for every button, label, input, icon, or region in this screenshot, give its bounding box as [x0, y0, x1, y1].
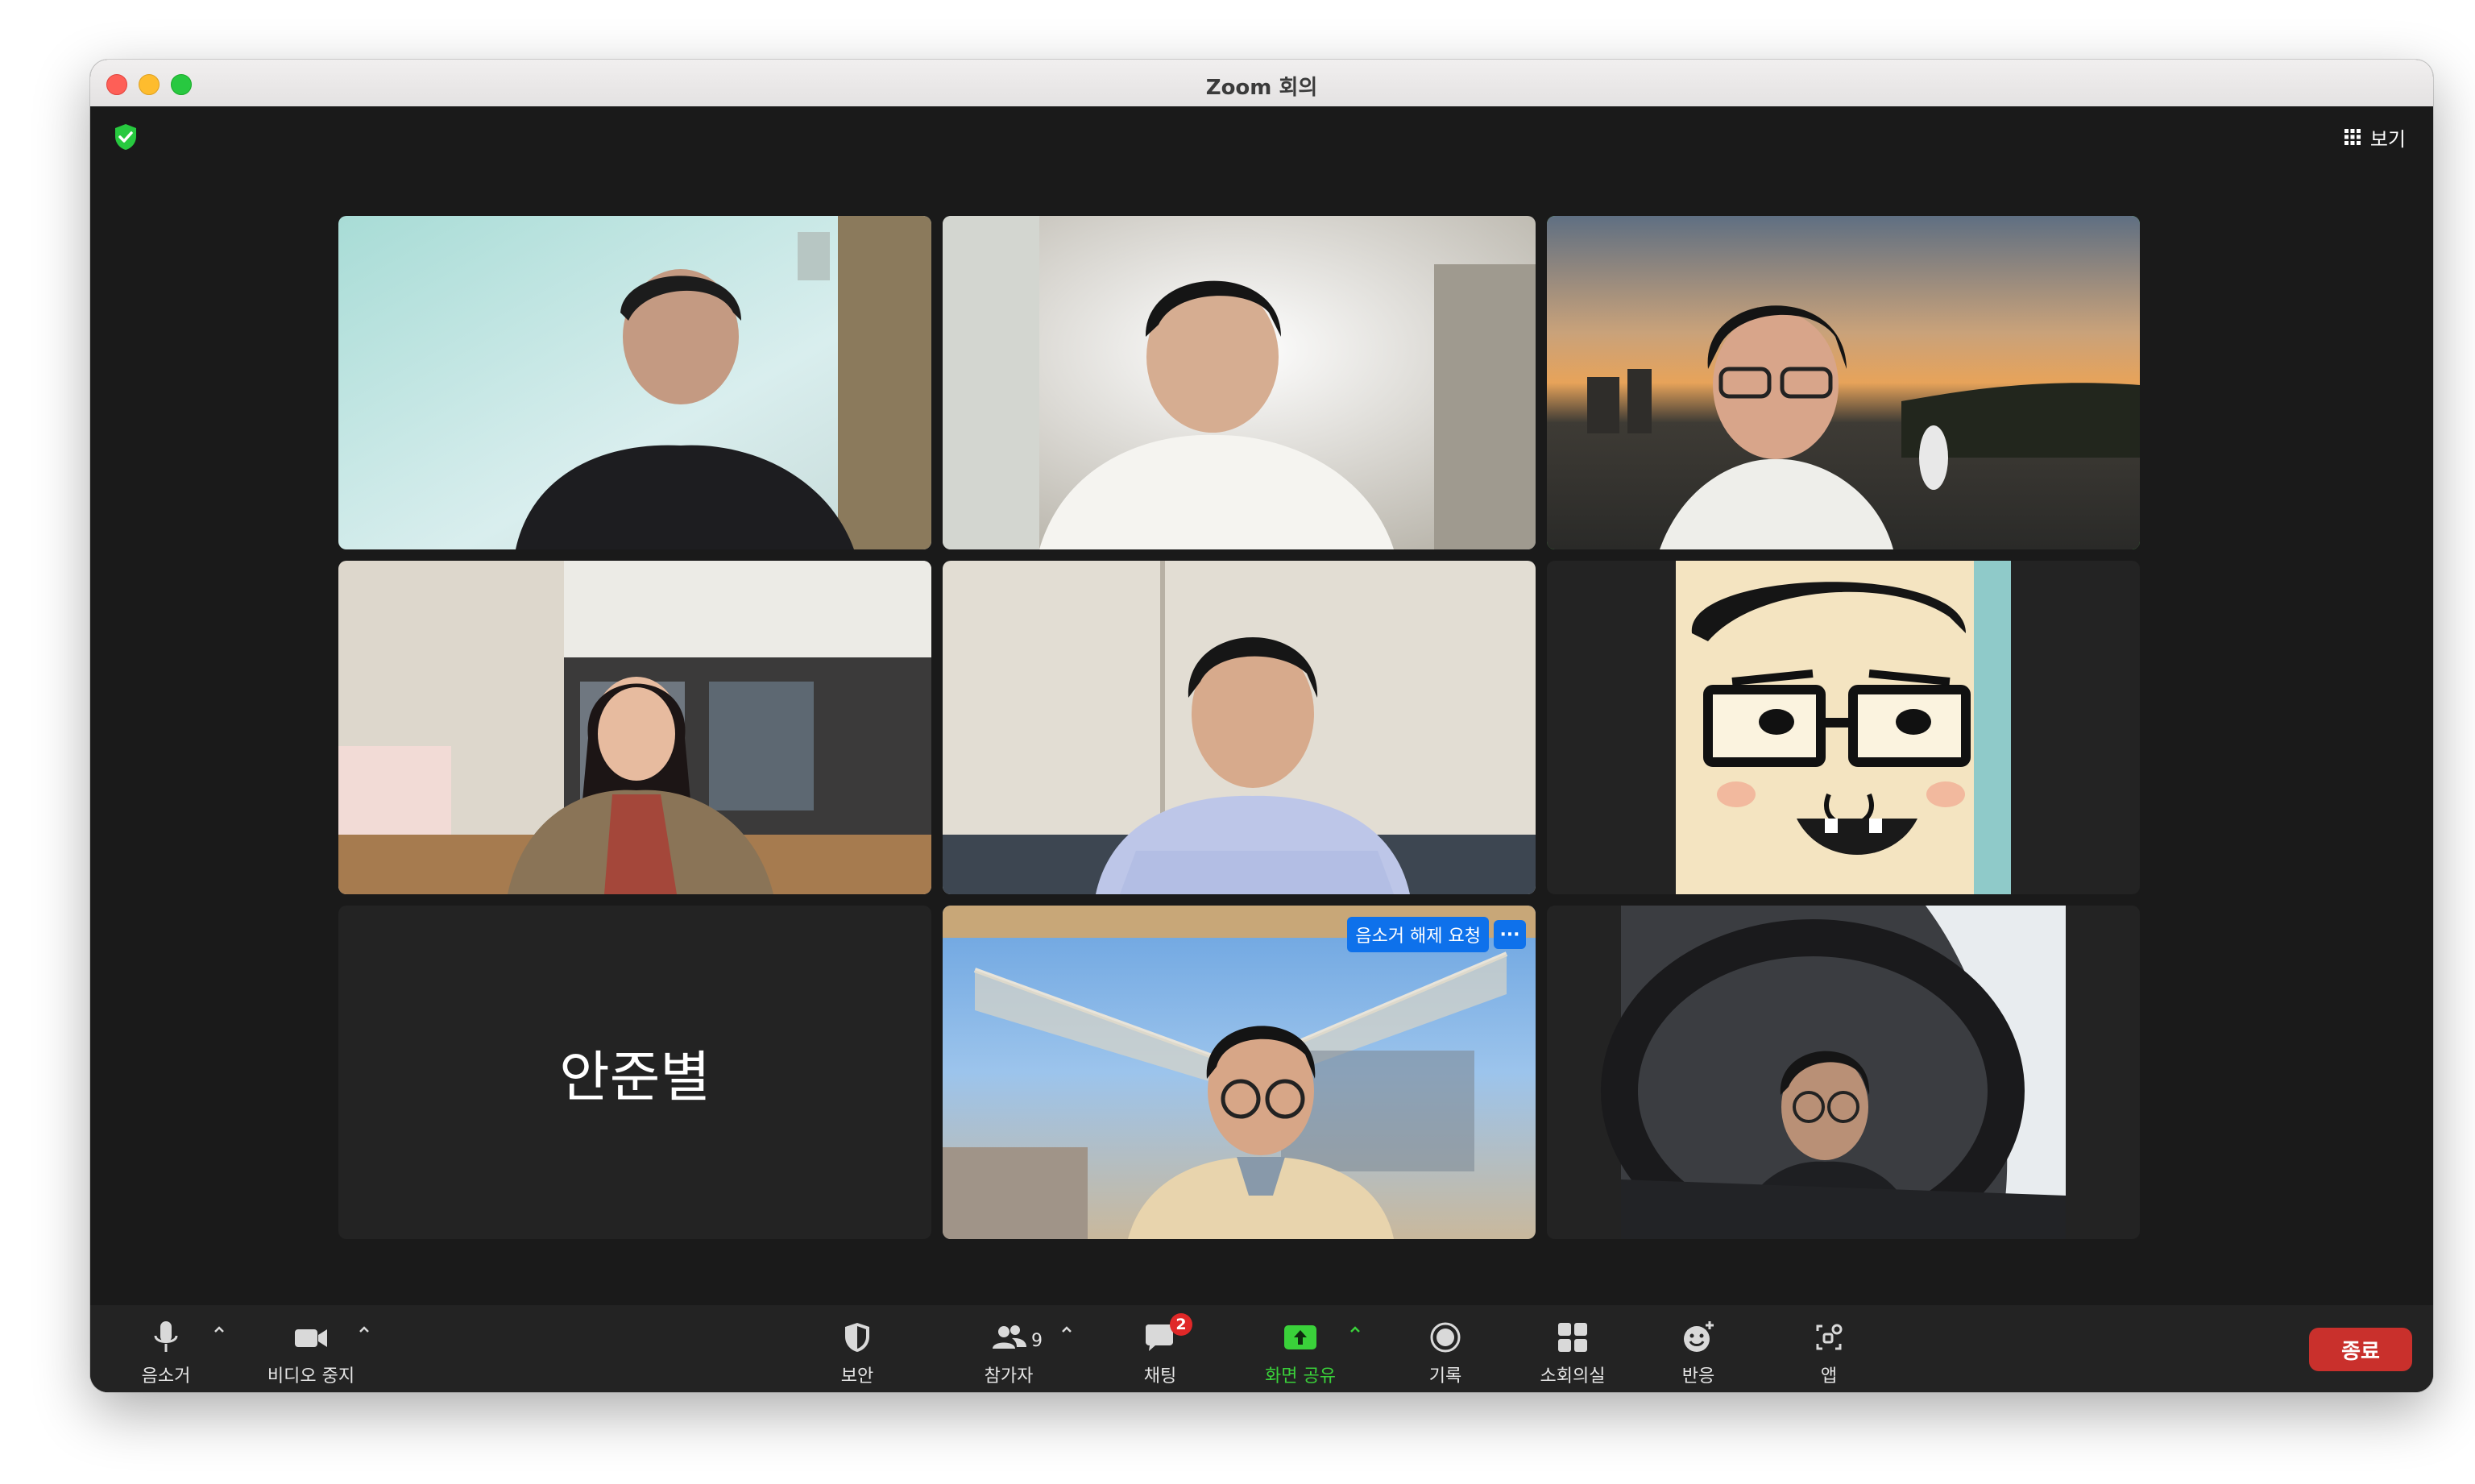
- apps-label: 앱: [1820, 1366, 1838, 1387]
- participant-video: [1547, 906, 2140, 1239]
- security-label: 보안: [840, 1366, 874, 1387]
- participant-video-tile[interactable]: [338, 216, 931, 549]
- apps-button[interactable]: 앱: [1781, 1313, 1877, 1387]
- smiley-plus-icon: [1684, 1321, 1714, 1352]
- microphone-icon: [154, 1321, 178, 1352]
- view-button[interactable]: 보기: [2344, 121, 2406, 153]
- chat-unread-badge: 2: [1170, 1313, 1192, 1336]
- breakout-rooms-button[interactable]: 소회의실: [1524, 1313, 1621, 1387]
- shield-check-icon[interactable]: [113, 122, 139, 151]
- record-icon: [1430, 1322, 1461, 1353]
- end-meeting-button[interactable]: 종료: [2309, 1328, 2412, 1371]
- chat-button[interactable]: 2 채팅: [1112, 1313, 1208, 1387]
- stop-video-label: 비디오 중지: [267, 1366, 355, 1387]
- unmute-request-label[interactable]: 음소거 해제 요청: [1347, 917, 1489, 952]
- apps-icon: [1816, 1324, 1843, 1350]
- shield-icon: [845, 1323, 869, 1352]
- video-options-chevron-up-icon[interactable]: [356, 1321, 372, 1337]
- grid-view-icon: [2344, 129, 2361, 145]
- view-label: 보기: [2369, 127, 2406, 151]
- participant-video: [943, 906, 1536, 1239]
- participant-video-tile[interactable]: 음소거 해제 요청 ···: [943, 906, 1536, 1239]
- participant-name-tile[interactable]: 안준별: [338, 906, 931, 1239]
- share-screen-button[interactable]: 화면 공유: [1252, 1313, 1349, 1387]
- meeting-area: 보기 안준별 음소거 해제 요청 ··· 음소거 비디오 중지 보안 9 참가자…: [90, 106, 2433, 1392]
- record-button[interactable]: 기록: [1397, 1313, 1494, 1387]
- share-options-chevron-up-icon[interactable]: [1347, 1321, 1363, 1337]
- participant-video: [943, 561, 1536, 894]
- mute-label: 음소거: [141, 1366, 191, 1387]
- share-screen-label: 화면 공유: [1265, 1366, 1336, 1387]
- mute-button[interactable]: 음소거: [118, 1313, 214, 1387]
- participants-icon: [993, 1325, 1026, 1349]
- participant-video-tile[interactable]: [943, 216, 1536, 549]
- stop-video-button[interactable]: 비디오 중지: [263, 1313, 359, 1387]
- participants-label: 참가자: [984, 1366, 1034, 1387]
- meeting-toolbar: 음소거 비디오 중지 보안 9 참가자 2 채팅 화면 공유 기록 소회의실 반…: [90, 1305, 2433, 1392]
- title-bar: Zoom 회의: [90, 60, 2433, 107]
- breakout-rooms-icon: [1558, 1323, 1587, 1352]
- participant-video: [943, 216, 1536, 549]
- participants-count: 9: [1031, 1331, 1043, 1351]
- participant-video-tile[interactable]: [1547, 561, 2140, 894]
- chat-label: 채팅: [1143, 1366, 1177, 1387]
- reactions-button[interactable]: 반응: [1650, 1313, 1747, 1387]
- active-speaker-video-tile[interactable]: [1547, 216, 2140, 549]
- participant-video-tile[interactable]: [338, 561, 931, 894]
- security-button[interactable]: 보안: [809, 1313, 906, 1387]
- participant-video: [1547, 216, 2140, 549]
- audio-options-chevron-up-icon[interactable]: [211, 1321, 227, 1337]
- record-label: 기록: [1428, 1366, 1462, 1387]
- video-camera-icon: [295, 1329, 327, 1347]
- breakout-rooms-label: 소회의실: [1540, 1366, 1606, 1387]
- unmute-request-group: 음소거 해제 요청 ···: [1347, 917, 1526, 952]
- participant-video: [338, 216, 931, 549]
- share-screen-icon: [1284, 1325, 1316, 1349]
- cartoon-avatar: [1547, 561, 2140, 894]
- window-title: Zoom 회의: [1205, 76, 1318, 100]
- participant-video-tile[interactable]: [1547, 906, 2140, 1239]
- participants-options-chevron-up-icon[interactable]: [1059, 1321, 1075, 1337]
- participant-name: 안준별: [559, 1046, 711, 1110]
- participant-video: [338, 561, 931, 894]
- zoom-window: Zoom 회의 보기 안준별 음소거 해제 요청 ··· 음소거 비디오 중지 …: [90, 60, 2433, 1392]
- reactions-label: 반응: [1681, 1366, 1715, 1387]
- participants-button[interactable]: 9 참가자: [960, 1313, 1057, 1387]
- participant-video-tile[interactable]: [943, 561, 1536, 894]
- more-options-button[interactable]: ···: [1494, 920, 1526, 949]
